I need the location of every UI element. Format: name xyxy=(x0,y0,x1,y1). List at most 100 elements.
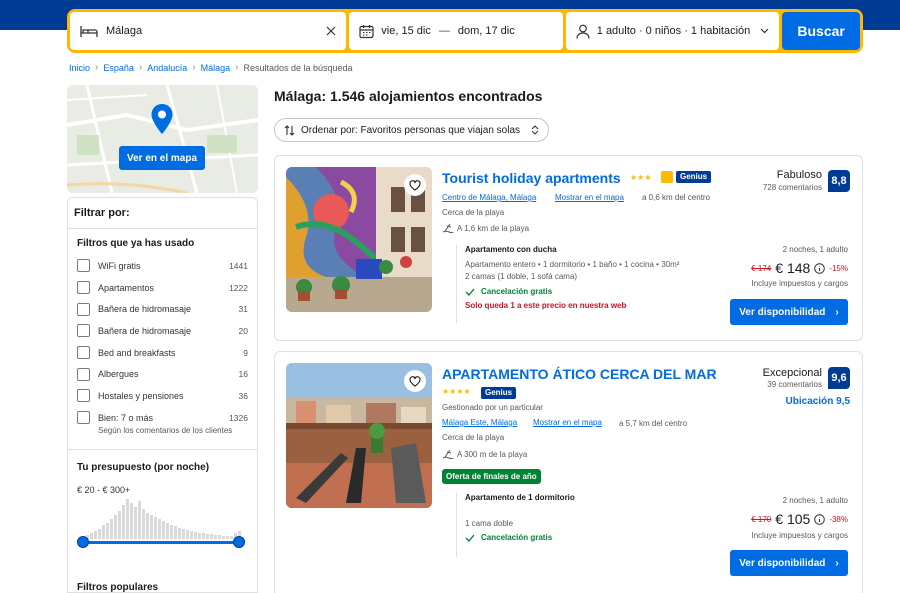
checkbox[interactable] xyxy=(77,346,90,360)
filter-option[interactable]: Albergues 16 xyxy=(68,363,257,385)
room-name: Apartamento con ducha xyxy=(465,245,557,254)
checkbox[interactable] xyxy=(77,302,90,316)
slider-min-handle[interactable] xyxy=(77,536,89,548)
guests-value: 1 adulto · 0 niños · 1 habitación xyxy=(596,25,751,37)
bed-icon xyxy=(80,26,98,37)
save-button[interactable] xyxy=(404,370,426,392)
price-row: € 170 € 105 -38% xyxy=(751,511,848,527)
button-label: Ver disponibilidad xyxy=(739,557,826,569)
popular-filters-title: Filtros populares xyxy=(77,582,159,593)
distance-to-center: a 0,6 km del centro xyxy=(642,193,711,202)
bed-details: 2 camas (1 doble, 1 sofá cama) xyxy=(465,272,578,281)
destination-field[interactable]: Málaga xyxy=(70,12,347,50)
filter-option[interactable]: Bed and breakfasts 9 xyxy=(68,342,257,364)
dates-field[interactable]: vie, 15 dic — dom, 17 dic xyxy=(349,12,563,50)
area-link[interactable]: Málaga Este, Málaga xyxy=(442,418,517,427)
filters-title: Filtrar por: xyxy=(68,198,257,229)
area-link[interactable]: Centro de Málaga, Málaga xyxy=(442,193,536,202)
slider-max-handle[interactable] xyxy=(233,536,245,548)
filter-option[interactable]: Bañera de hidromasaje 20 xyxy=(68,320,257,342)
review-score-word: Excepcional xyxy=(762,367,822,379)
filter-count: 31 xyxy=(238,304,248,315)
breadcrumb-city[interactable]: Málaga xyxy=(201,63,231,73)
checkbox[interactable] xyxy=(77,281,90,295)
breadcrumb-region[interactable]: Andalucía xyxy=(147,63,187,73)
property-photo[interactable] xyxy=(286,363,432,508)
filter-label: Hostales y pensiones xyxy=(98,390,184,401)
property-card: APARTAMENTO ÁTICO CERCA DEL MAR ★★★★ Gen… xyxy=(274,351,863,593)
budget-slider[interactable] xyxy=(77,536,245,548)
chevron-right-icon: › xyxy=(138,62,143,73)
price-histogram xyxy=(82,499,241,539)
current-price: € 105 xyxy=(775,511,811,527)
distance-to-center: a 5,7 km del centro xyxy=(619,419,688,428)
destination-value[interactable]: Málaga xyxy=(106,25,326,37)
breadcrumb-current: Resultados de la búsqueda xyxy=(243,62,353,73)
filter-count: 1222 xyxy=(229,282,248,293)
scarcity-message: Solo queda 1 a este precio en nuestra we… xyxy=(465,301,627,310)
search-button[interactable]: Buscar xyxy=(782,12,861,50)
property-name[interactable]: Tourist holiday apartments xyxy=(442,170,621,186)
filter-option[interactable]: WiFi gratis 1441 xyxy=(68,255,257,277)
review-score-word: Fabuloso xyxy=(776,169,822,181)
clear-icon[interactable] xyxy=(326,26,336,36)
checkbox[interactable] xyxy=(77,389,90,403)
results-title: Málaga: 1.546 alojamientos encontrados xyxy=(274,88,543,104)
discount: -38% xyxy=(829,514,848,524)
review-score[interactable]: 8,8 xyxy=(828,170,850,192)
filter-label: Bañera de hidromasaje xyxy=(98,304,192,315)
checkbox[interactable] xyxy=(77,259,90,273)
see-availability-button[interactable]: Ver disponibilidad › xyxy=(730,550,848,576)
map-background xyxy=(67,85,258,193)
free-cancellation: Cancelación gratis xyxy=(465,287,679,296)
filter-count: 1326 xyxy=(229,412,248,423)
filter-label: WiFi gratis xyxy=(98,260,141,271)
property-name[interactable]: APARTAMENTO ÁTICO CERCA DEL MAR xyxy=(442,366,717,382)
breadcrumb-country[interactable]: España xyxy=(103,63,134,73)
room-info: Apartamento con ducha Apartamento entero… xyxy=(456,245,679,323)
beach-icon xyxy=(442,223,454,233)
see-availability-button[interactable]: Ver disponibilidad › xyxy=(730,299,848,325)
filter-label: Apartamentos xyxy=(98,282,155,293)
chevron-right-icon: › xyxy=(192,62,196,73)
save-button[interactable] xyxy=(404,174,426,196)
discount: -15% xyxy=(829,263,848,273)
map-preview[interactable]: Ver en el mapa xyxy=(67,85,258,193)
breadcrumb: Inicio › España › Andalucía › Málaga › R… xyxy=(69,62,353,73)
view-map-button[interactable]: Ver en el mapa xyxy=(119,146,205,170)
original-price: € 170 xyxy=(751,514,772,524)
checkbox[interactable] xyxy=(77,324,90,338)
budget-title: Tu presupuesto (por noche) xyxy=(77,461,210,473)
deal-badge: Oferta de finales de año xyxy=(442,469,541,484)
search-bar: Málaga vie, 15 dic — dom, 17 dic 1 adult… xyxy=(67,9,863,53)
checkbox[interactable] xyxy=(77,411,90,425)
bed-details: 1 cama doble xyxy=(465,519,514,528)
sort-dropdown[interactable]: Ordenar por: Favoritos personas que viaj… xyxy=(274,118,549,142)
filter-count: 9 xyxy=(243,347,248,358)
stay-summary: 2 noches, 1 adulto xyxy=(782,496,848,505)
info-icon[interactable] xyxy=(814,262,826,274)
filter-label: Bien: 7 o más xyxy=(98,412,154,423)
beach-distance: A 300 m de la playa xyxy=(457,450,528,459)
date-separator: — xyxy=(438,25,450,37)
checkbox[interactable] xyxy=(77,367,90,381)
info-icon[interactable] xyxy=(814,513,826,525)
breadcrumb-home[interactable]: Inicio xyxy=(69,63,90,73)
room-name: Apartamento de 1 dormitorio xyxy=(465,493,575,502)
filter-count: 16 xyxy=(238,369,248,380)
guests-field[interactable]: 1 adulto · 0 niños · 1 habitación xyxy=(565,12,780,50)
show-on-map-link[interactable]: Mostrar en el mapa xyxy=(533,418,602,427)
property-photo[interactable] xyxy=(286,167,432,312)
filter-option[interactable]: Hostales y pensiones 36 xyxy=(68,385,257,407)
show-on-map-link[interactable]: Mostrar en el mapa xyxy=(555,193,624,202)
filter-label: Albergues xyxy=(98,369,139,380)
thumbs-up-icon xyxy=(661,171,673,183)
chevron-right-icon: › xyxy=(235,62,239,73)
star-rating: ★★★★ xyxy=(442,387,471,396)
review-score[interactable]: 9,6 xyxy=(828,367,850,389)
filter-option[interactable]: Apartamentos 1222 xyxy=(68,277,257,299)
chevron-updown-icon xyxy=(531,125,539,135)
filter-option[interactable]: Bañera de hidromasaje 31 xyxy=(68,298,257,320)
beach-nearby: Cerca de la playa xyxy=(442,433,505,442)
sort-icon xyxy=(284,124,295,136)
